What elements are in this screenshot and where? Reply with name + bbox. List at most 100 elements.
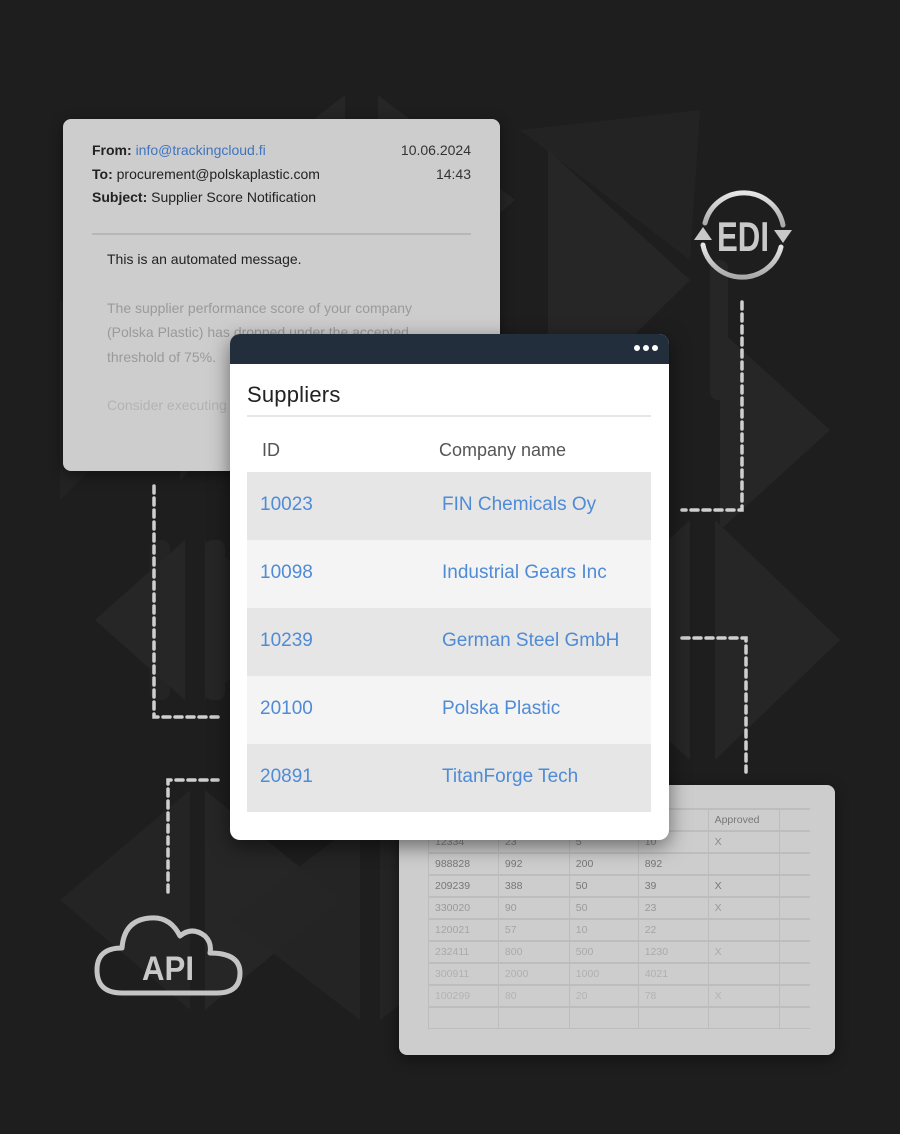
- inventory-cell: 1000: [568, 962, 639, 986]
- inventory-cell: [637, 1006, 709, 1029]
- inventory-cell: 50: [568, 896, 639, 920]
- inventory-cell: 4021: [637, 962, 709, 986]
- table-row[interactable]: 10023 FIN Chemicals Oy: [247, 472, 651, 540]
- inventory-cell: [778, 962, 810, 986]
- suppliers-title: Suppliers: [247, 382, 341, 407]
- inventory-cell: 992: [497, 852, 570, 876]
- inventory-cell: [428, 1006, 499, 1029]
- inventory-cell: [707, 852, 780, 876]
- supplier-id[interactable]: 10023: [260, 494, 313, 516]
- suppliers-table-body: 10023 FIN Chemicals Oy 10098 Industrial …: [247, 472, 651, 812]
- supplier-name[interactable]: Polska Plastic: [442, 698, 560, 720]
- inventory-cell: 57: [497, 918, 570, 942]
- inventory-cell: 209239: [428, 874, 499, 898]
- column-header-company-name[interactable]: Company name: [439, 440, 566, 461]
- inventory-cell: 2000: [497, 962, 570, 986]
- to-email: procurement@polskaplastic.com: [116, 165, 320, 182]
- inventory-cell: [778, 918, 810, 942]
- inventory-cell: [568, 1006, 639, 1029]
- inventory-cell: [778, 874, 810, 898]
- inventory-cell: 100299: [428, 984, 499, 1008]
- column-header-id[interactable]: ID: [262, 440, 280, 461]
- email-to-row: To: procurement@polskaplastic.com 14:43: [92, 163, 471, 187]
- inventory-cell: [497, 1006, 570, 1029]
- inventory-row: 209239 388 50 39 X: [428, 874, 810, 898]
- window-titlebar: [230, 334, 669, 364]
- inventory-row: 100299 80 20 78 X: [428, 984, 810, 1008]
- more-horizontal-icon[interactable]: [634, 345, 658, 351]
- suppliers-window: Suppliers ID Company name 10023 FIN Chem…: [230, 334, 669, 840]
- inventory-cell: X: [707, 896, 780, 920]
- api-cloud-icon: API: [94, 915, 243, 996]
- inventory-row: 330020 90 50 23 X: [428, 896, 810, 920]
- edi-sync-icon: EDI: [694, 190, 792, 280]
- table-row[interactable]: 10239 German Steel GmbH: [247, 608, 651, 676]
- inventory-cell: [778, 1006, 810, 1029]
- inventory-cell: [778, 830, 810, 854]
- table-row[interactable]: 20100 Polska Plastic: [247, 676, 651, 744]
- inventory-cell: [707, 918, 780, 942]
- inventory-table: ockApproved 1233423510X98882899220089220…: [428, 808, 810, 1029]
- inventory-column-header: Approved: [707, 808, 780, 832]
- from-email-link[interactable]: info@trackingcloud.fi: [136, 142, 266, 158]
- from-label: From:: [92, 142, 132, 158]
- table-row[interactable]: 10098 Industrial Gears Inc: [247, 540, 651, 608]
- inventory-cell: 22: [637, 918, 709, 942]
- supplier-id[interactable]: 20891: [260, 766, 313, 788]
- supplier-name[interactable]: Industrial Gears Inc: [442, 562, 607, 584]
- email-divider: [92, 233, 471, 235]
- to-label: To:: [92, 165, 113, 182]
- inventory-row: 300911 2000 1000 4021: [428, 962, 810, 986]
- inventory-cell: [707, 962, 780, 986]
- email-header: From: info@trackingcloud.fi 10.06.2024 T…: [92, 139, 471, 210]
- email-from-row: From: info@trackingcloud.fi 10.06.2024: [92, 139, 471, 163]
- inventory-cell: X: [707, 830, 780, 854]
- api-label: API: [142, 950, 194, 988]
- subject-value: Supplier Score Notification: [151, 189, 317, 205]
- supplier-id[interactable]: 10098: [260, 562, 313, 584]
- inventory-cell: X: [707, 940, 780, 964]
- inventory-cell: [778, 940, 810, 964]
- email-subject-row: Subject: Supplier Score Notification: [92, 186, 471, 210]
- inventory-column-header: [778, 808, 810, 832]
- edi-label: EDI: [717, 215, 769, 261]
- inventory-cell: X: [707, 874, 780, 898]
- email-date: 10.06.2024: [400, 142, 471, 158]
- inventory-cell: 388: [497, 874, 570, 898]
- inventory-cell: 23: [637, 896, 709, 920]
- inventory-cell: 232411: [428, 940, 499, 964]
- inventory-cell: 300911: [428, 962, 499, 986]
- inventory-cell: 1230: [637, 940, 709, 964]
- inventory-row: 988828 992 200 892: [428, 852, 810, 876]
- inventory-cell: 90: [497, 896, 570, 920]
- inventory-cell: [778, 984, 810, 1008]
- inventory-cell: 39: [637, 874, 709, 898]
- inventory-cell: 50: [568, 874, 639, 898]
- email-time: 14:43: [435, 165, 471, 182]
- table-row[interactable]: 20891 TitanForge Tech: [247, 744, 651, 812]
- email-body-paragraph: This is an automated message.: [107, 251, 302, 267]
- supplier-id[interactable]: 10239: [260, 630, 313, 652]
- supplier-id[interactable]: 20100: [260, 698, 313, 720]
- inventory-cell: 892: [637, 852, 709, 876]
- inventory-row: [428, 1006, 810, 1029]
- supplier-name[interactable]: German Steel GmbH: [442, 630, 619, 652]
- inventory-cell: 800: [497, 940, 570, 964]
- inventory-cell: 80: [497, 984, 570, 1008]
- inventory-cell: [778, 852, 810, 876]
- supplier-name[interactable]: TitanForge Tech: [442, 766, 578, 788]
- inventory-cell: [778, 896, 810, 920]
- inventory-cell: 330020: [428, 896, 499, 920]
- inventory-cell: 10: [568, 918, 639, 942]
- inventory-cell: X: [707, 984, 780, 1008]
- title-divider: [247, 415, 651, 417]
- supplier-name[interactable]: FIN Chemicals Oy: [442, 494, 596, 516]
- inventory-cell: [707, 1006, 780, 1029]
- inventory-cell: 78: [637, 984, 709, 1008]
- inventory-row: 120021 57 10 22: [428, 918, 810, 942]
- inventory-row: 232411 800 500 1230 X: [428, 940, 810, 964]
- inventory-cell: 200: [568, 852, 639, 876]
- inventory-cell: 500: [568, 940, 639, 964]
- subject-label: Subject:: [92, 189, 148, 205]
- inventory-cell: 20: [568, 984, 639, 1008]
